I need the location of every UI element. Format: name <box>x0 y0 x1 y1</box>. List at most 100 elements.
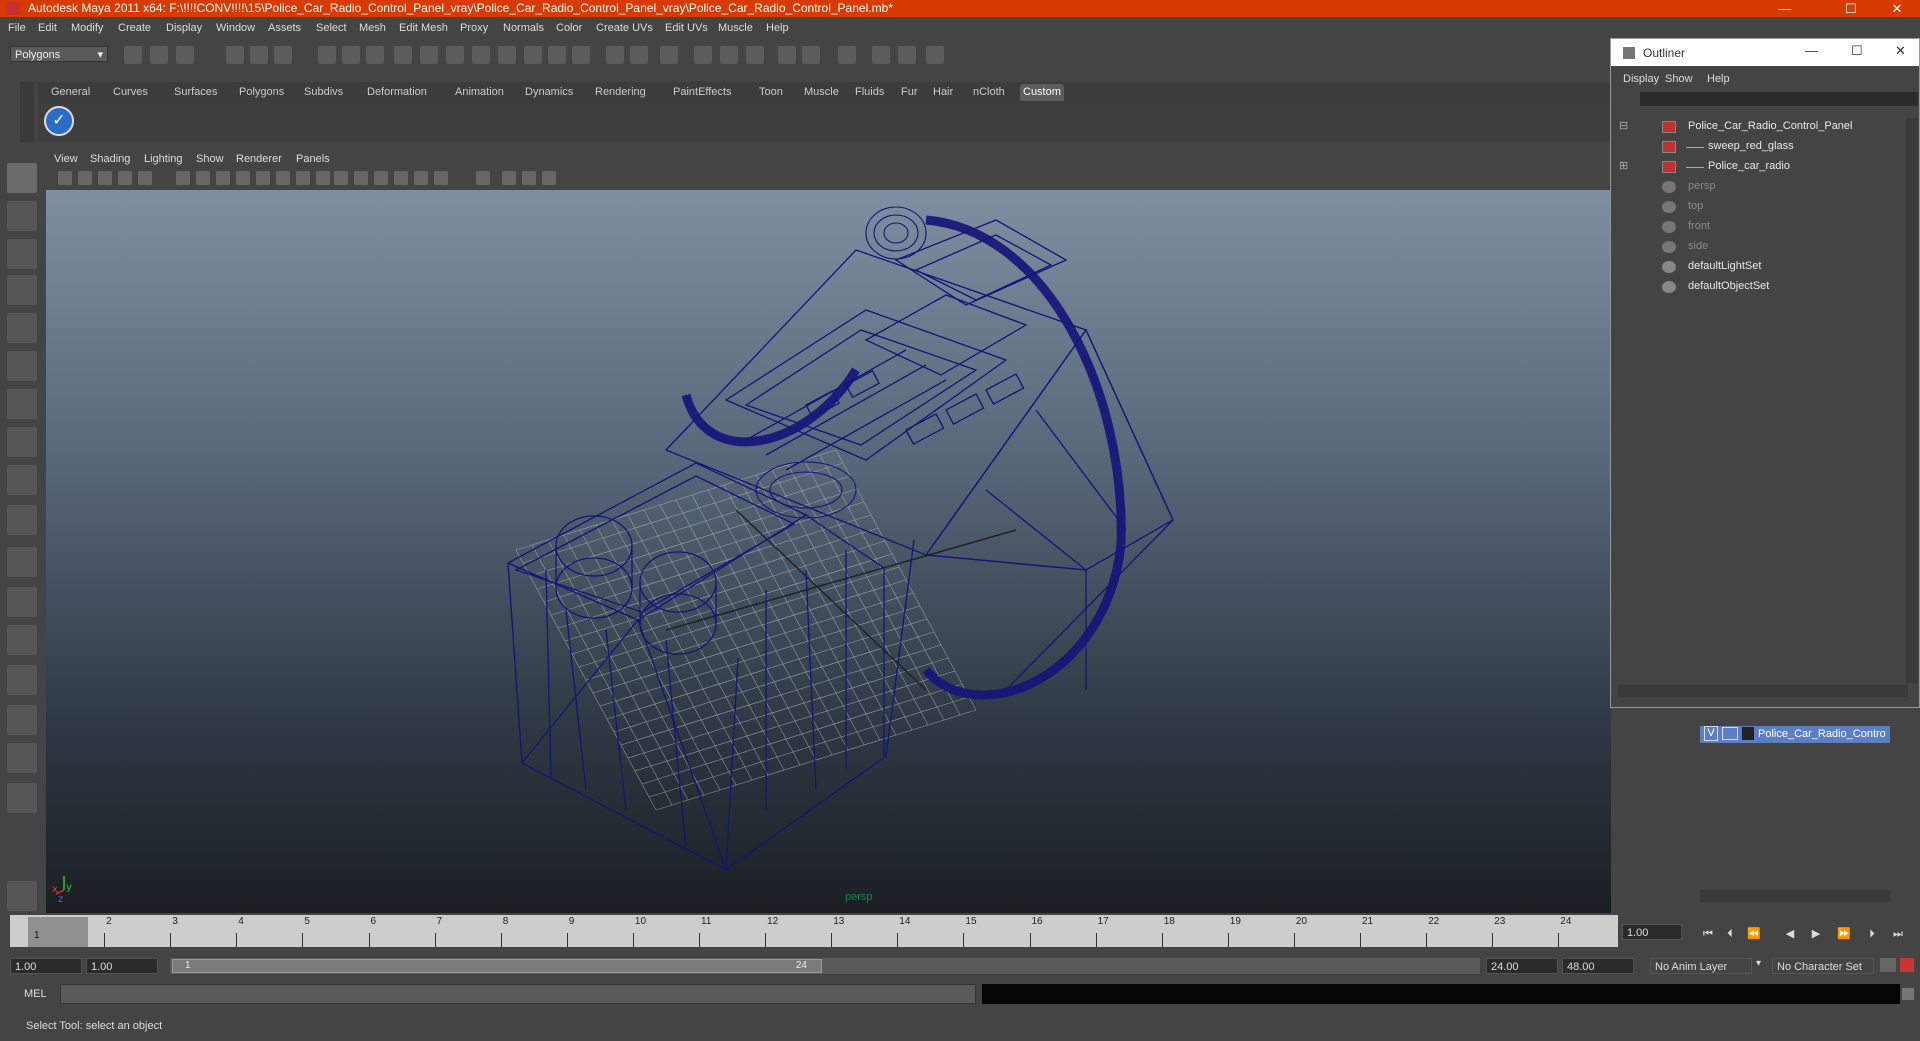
move-icon[interactable] <box>7 389 37 419</box>
outliner-layout-icon[interactable] <box>7 625 37 655</box>
menu-modify[interactable]: Modify <box>71 22 103 34</box>
status-tool-button-11[interactable] <box>420 46 438 64</box>
viewport-tool-button-13[interactable] <box>316 171 330 185</box>
layer-color-swatch[interactable] <box>1742 727 1754 740</box>
paint-select-icon[interactable] <box>7 239 37 269</box>
sculpt-icon[interactable] <box>7 275 37 305</box>
viewport-tool-button-18[interactable] <box>414 171 428 185</box>
shelf-tab-hair[interactable]: Hair <box>930 84 956 101</box>
outliner-close-button[interactable]: ✕ <box>1895 43 1906 59</box>
status-tool-button-6[interactable] <box>274 46 292 64</box>
four-pane-layout-icon[interactable] <box>7 587 37 617</box>
outliner-item[interactable]: front <box>1688 220 1710 232</box>
shelf-tab-polygons[interactable]: Polygons <box>236 84 287 101</box>
menu-create[interactable]: Create <box>118 22 151 34</box>
status-tool-button-24[interactable] <box>778 46 796 64</box>
menu-window[interactable]: Window <box>216 22 255 34</box>
shelf-tab-general[interactable]: General <box>48 84 93 101</box>
shelf-tab-deformation[interactable]: Deformation <box>364 84 430 101</box>
character-set-dropdown[interactable]: No Character Set <box>1772 958 1874 974</box>
two-pane-layout-icon[interactable] <box>7 783 37 813</box>
step-back-frame-icon[interactable]: ⏴ <box>1722 927 1738 941</box>
viewport-menu-panels[interactable]: Panels <box>296 153 330 165</box>
status-tool-button-29[interactable] <box>926 46 944 64</box>
lasso-tool-icon[interactable] <box>7 201 37 231</box>
graph-layout-icon[interactable] <box>7 665 37 695</box>
outliner-menu-help[interactable]: Help <box>1707 73 1730 85</box>
viewport-menu-lighting[interactable]: Lighting <box>144 153 183 165</box>
soft-mod-icon[interactable] <box>7 427 37 457</box>
menu-edit-uvs[interactable]: Edit UVs <box>665 22 708 34</box>
viewport-tool-button-5[interactable] <box>138 171 152 185</box>
time-slider[interactable]: 123456789101112131415161718192021222324 <box>10 915 1618 947</box>
outliner-menu-show[interactable]: Show <box>1665 73 1693 85</box>
hypershade-layout-icon[interactable] <box>7 743 37 773</box>
status-tool-button-27[interactable] <box>872 46 890 64</box>
status-tool-button-20[interactable] <box>660 46 678 64</box>
status-tool-button-15[interactable] <box>524 46 542 64</box>
viewport-tool-button-20[interactable] <box>476 171 490 185</box>
outliner-expander-icon[interactable]: ⊟ <box>1619 119 1628 132</box>
menu-help[interactable]: Help <box>766 22 789 34</box>
outliner-expander-icon[interactable]: ⊞ <box>1619 159 1628 172</box>
menu-proxy[interactable]: Proxy <box>460 22 488 34</box>
menu-create-uvs[interactable]: Create UVs <box>596 22 653 34</box>
go-to-start-icon[interactable]: ⏮ <box>1700 927 1716 941</box>
viewport-tool-button-6[interactable] <box>176 171 190 185</box>
start-time-field[interactable]: 1.00 <box>10 958 82 974</box>
viewport-tool-button-11[interactable] <box>276 171 290 185</box>
outliner-vertical-scrollbar[interactable] <box>1906 118 1918 683</box>
auto-key-icon[interactable] <box>1900 958 1914 972</box>
anim-layer-chevron-down-icon[interactable]: ▾ <box>1756 958 1761 969</box>
outliner-item[interactable]: defaultLightSet <box>1688 260 1761 272</box>
status-tool-button-21[interactable] <box>694 46 712 64</box>
shelf-tab-animation[interactable]: Animation <box>452 84 507 101</box>
outliner-filter-field[interactable] <box>1640 92 1918 106</box>
viewport-tool-button-7[interactable] <box>196 171 210 185</box>
layer-scrollbar[interactable] <box>1700 890 1890 902</box>
viewport-tool-button-21[interactable] <box>502 171 516 185</box>
menu-select[interactable]: Select <box>316 22 347 34</box>
outliner-maximize-button[interactable]: ☐ <box>1851 43 1863 59</box>
shelf-tab-dynamics[interactable]: Dynamics <box>522 84 576 101</box>
status-tool-button-14[interactable] <box>498 46 516 64</box>
maximize-button[interactable]: ☐ <box>1828 0 1874 17</box>
shelf-tab-curves[interactable]: Curves <box>110 84 151 101</box>
status-tool-button-16[interactable] <box>548 46 566 64</box>
status-tool-button-9[interactable] <box>366 46 384 64</box>
display-layer-row[interactable]: V Police_Car_Radio_Contro <box>1700 726 1890 743</box>
viewport-tool-button-22[interactable] <box>522 171 536 185</box>
outliner-item[interactable]: sweep_red_glass <box>1708 140 1794 152</box>
toolbox-collapse-icon[interactable] <box>7 881 37 911</box>
menu-edit-mesh[interactable]: Edit Mesh <box>399 22 448 34</box>
viewport-tool-button-9[interactable] <box>236 171 250 185</box>
current-time-field[interactable]: 1.00 <box>1622 924 1682 940</box>
outliner-minimize-button[interactable]: — <box>1805 43 1818 58</box>
range-slider-handle[interactable]: 1 24 <box>172 959 822 973</box>
menu-muscle[interactable]: Muscle <box>718 22 753 34</box>
shelf-options-handle[interactable] <box>20 82 34 142</box>
menu-set-dropdown[interactable]: Polygons ▾ <box>10 46 108 62</box>
menu-edit[interactable]: Edit <box>38 22 57 34</box>
outliner-item[interactable]: Police_car_radio <box>1708 160 1790 172</box>
outliner-item[interactable]: defaultObjectSet <box>1688 280 1769 292</box>
shelf-tab-ncloth[interactable]: nCloth <box>970 84 1008 101</box>
viewport-tool-button-17[interactable] <box>394 171 408 185</box>
outliner-item[interactable]: side <box>1688 240 1708 252</box>
status-tool-button-18[interactable] <box>606 46 624 64</box>
shelf-tab-custom[interactable]: Custom <box>1020 84 1064 101</box>
step-forward-frame-icon[interactable]: ⏵ <box>1864 927 1880 941</box>
viewport-tool-button-3[interactable] <box>98 171 112 185</box>
scale-icon[interactable] <box>7 351 37 381</box>
key-icon[interactable] <box>1880 958 1896 972</box>
status-tool-button-12[interactable] <box>446 46 464 64</box>
viewport-tool-button-8[interactable] <box>216 171 230 185</box>
shelf-tab-fluids[interactable]: Fluids <box>852 84 887 101</box>
script-editor-icon[interactable] <box>1902 988 1914 1000</box>
status-tool-button-1[interactable] <box>124 46 142 64</box>
select-tool-icon[interactable] <box>7 163 37 193</box>
layer-type-toggle[interactable] <box>1722 727 1738 740</box>
viewport-tool-button-4[interactable] <box>118 171 132 185</box>
outliner-item[interactable]: Police_Car_Radio_Control_Panel <box>1688 120 1853 132</box>
shelf-tab-toon[interactable]: Toon <box>756 84 786 101</box>
